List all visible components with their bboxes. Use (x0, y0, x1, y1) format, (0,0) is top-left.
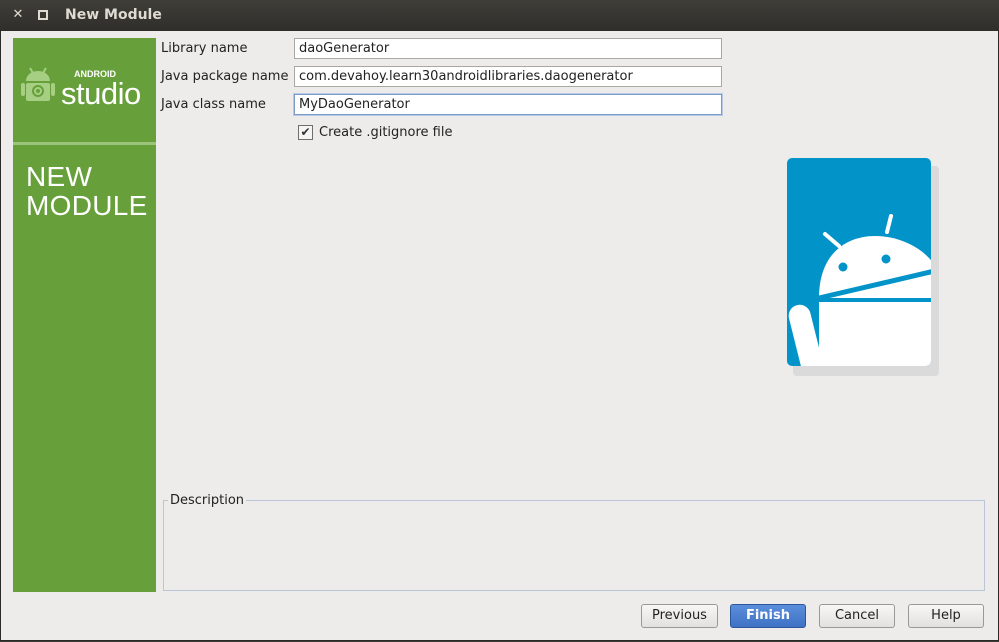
heading-line-1: NEW (26, 161, 93, 192)
finish-button[interactable]: Finish (730, 604, 806, 628)
cancel-button[interactable]: Cancel (819, 604, 895, 628)
library-name-label: Library name (161, 41, 248, 56)
java-class-name-label: Java class name (161, 97, 266, 112)
library-name-input[interactable] (294, 38, 722, 59)
previous-button[interactable]: Previous (641, 604, 718, 628)
android-studio-icon (21, 67, 55, 101)
java-class-name-input[interactable] (294, 94, 722, 115)
window-title: New Module (65, 7, 162, 23)
java-package-name-input[interactable] (294, 66, 722, 87)
close-icon[interactable]: ✕ (10, 6, 26, 24)
android-module-illustration (787, 158, 939, 380)
help-button[interactable]: Help (908, 604, 984, 628)
gitignore-checkbox[interactable]: ✔ (298, 125, 313, 140)
maximize-icon[interactable] (35, 6, 51, 24)
wizard-sidebar: ANDROID studio NEW MODULE (13, 38, 156, 592)
heading-line-2: MODULE (26, 190, 148, 221)
logo-studio-text: studio (61, 76, 141, 111)
wizard-step-heading: NEW MODULE (26, 162, 148, 220)
description-panel: Description (163, 493, 985, 591)
gitignore-label[interactable]: Create .gitignore file (319, 125, 452, 140)
sidebar-divider (13, 142, 156, 145)
java-package-name-label: Java package name (161, 69, 289, 84)
android-studio-logo: ANDROID studio (21, 60, 151, 116)
title-bar: ✕ New Module (0, 0, 999, 31)
description-title: Description (168, 493, 247, 508)
new-module-dialog: ANDROID studio NEW MODULE Library name J… (0, 31, 999, 641)
android-robot-icon (787, 158, 939, 376)
